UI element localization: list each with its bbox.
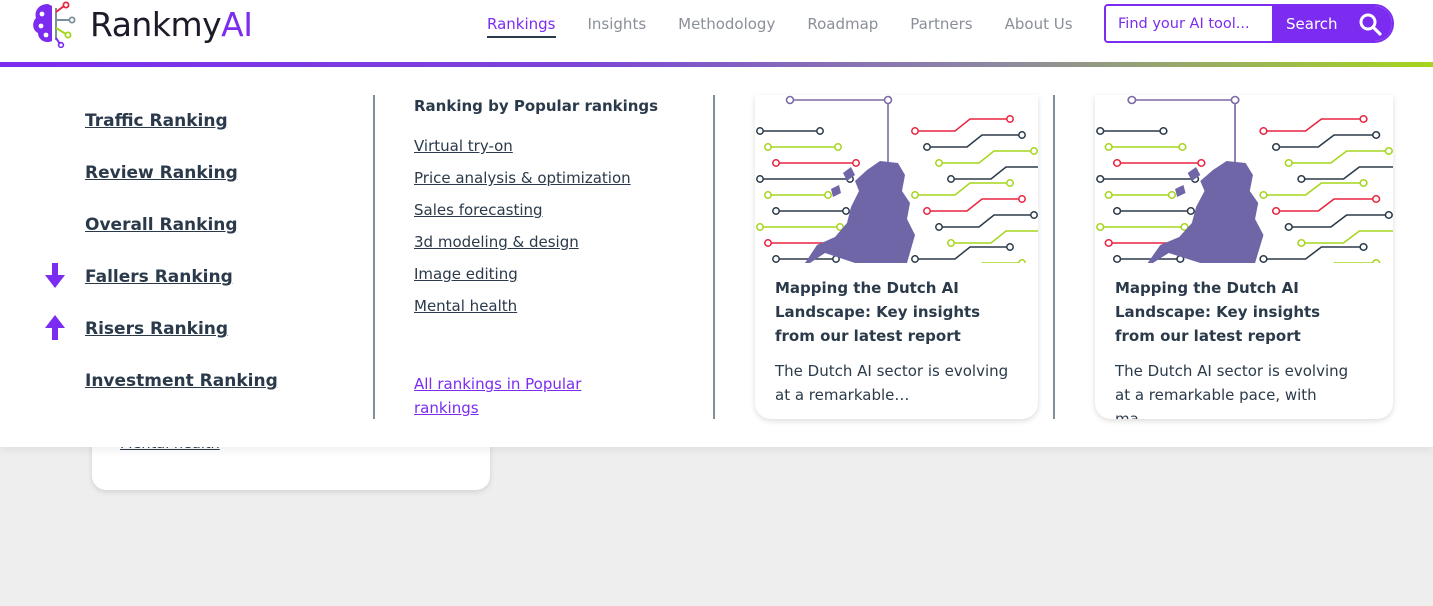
article-card-title: Mapping the Dutch AI Landscape: Key insi… xyxy=(775,279,981,345)
menu-divider xyxy=(373,95,375,419)
menu-divider xyxy=(713,95,715,419)
search-icon xyxy=(1359,13,1382,36)
article-card[interactable]: Mapping the Dutch AI Landscape: Key insi… xyxy=(755,95,1038,419)
article-card-title: Mapping the Dutch AI Landscape: Key insi… xyxy=(1115,279,1321,345)
article-card[interactable]: Mapping the Dutch AI Landscape: Key insi… xyxy=(1095,95,1393,419)
nav-partners[interactable]: Partners xyxy=(910,14,972,38)
popular-item-price-analysis[interactable]: Price analysis & optimization xyxy=(414,169,631,187)
logo-text-accent: AI xyxy=(221,4,253,44)
risers-ranking-link[interactable]: Risers Ranking xyxy=(85,318,228,340)
search-input[interactable] xyxy=(1106,6,1272,41)
all-popular-rankings-link[interactable]: All rankings in Popular rankings xyxy=(414,372,614,420)
arrow-down-icon xyxy=(45,263,65,288)
nav-insights[interactable]: Insights xyxy=(588,14,647,38)
overall-ranking-link[interactable]: Overall Ranking xyxy=(85,214,238,236)
search-button-label: Search xyxy=(1286,14,1338,33)
brain-circuit-logo-icon xyxy=(33,1,76,48)
site-logo[interactable]: RankmyAI xyxy=(30,0,253,48)
popular-item-3d-modeling[interactable]: 3d modeling & design xyxy=(414,233,579,251)
nav-rankings[interactable]: Rankings xyxy=(487,14,556,38)
popular-item-mental-health[interactable]: Mental health xyxy=(414,297,517,315)
site-header: RankmyAI Rankings Insights Methodology R… xyxy=(0,0,1433,63)
popular-item-virtual-try-on[interactable]: Virtual try-on xyxy=(414,137,513,155)
logo-text-main: Rankmy xyxy=(90,4,222,44)
nav-roadmap[interactable]: Roadmap xyxy=(807,14,878,38)
fallers-ranking-link[interactable]: Fallers Ranking xyxy=(85,266,233,288)
article-card-description: The Dutch AI sector is evolving at a rem… xyxy=(1115,362,1349,419)
search-button[interactable]: Search xyxy=(1272,6,1392,41)
article-card-description: The Dutch AI sector is evolving at a rem… xyxy=(775,362,1009,404)
dutch-ai-map-image xyxy=(1095,95,1393,263)
popular-rankings-title: Ranking by Popular rankings xyxy=(414,97,659,115)
menu-divider xyxy=(1053,95,1055,419)
logo-text: RankmyAI xyxy=(90,4,253,44)
arrow-up-icon xyxy=(45,315,65,340)
investment-ranking-link[interactable]: Investment Ranking xyxy=(85,370,278,392)
popular-item-image-editing[interactable]: Image editing xyxy=(414,265,518,283)
review-ranking-link[interactable]: Review Ranking xyxy=(85,162,238,184)
dutch-ai-map-image xyxy=(755,95,1038,263)
rankings-dropdown-menu: Traffic Ranking Review Ranking Overall R… xyxy=(0,67,1433,447)
nav-about-us[interactable]: About Us xyxy=(1005,14,1073,38)
search-bar: Search xyxy=(1104,4,1394,43)
popular-item-sales-forecasting[interactable]: Sales forecasting xyxy=(414,201,543,219)
nav-methodology[interactable]: Methodology xyxy=(678,14,775,38)
traffic-ranking-link[interactable]: Traffic Ranking xyxy=(85,110,228,132)
main-nav: Rankings Insights Methodology Roadmap Pa… xyxy=(487,14,1105,38)
